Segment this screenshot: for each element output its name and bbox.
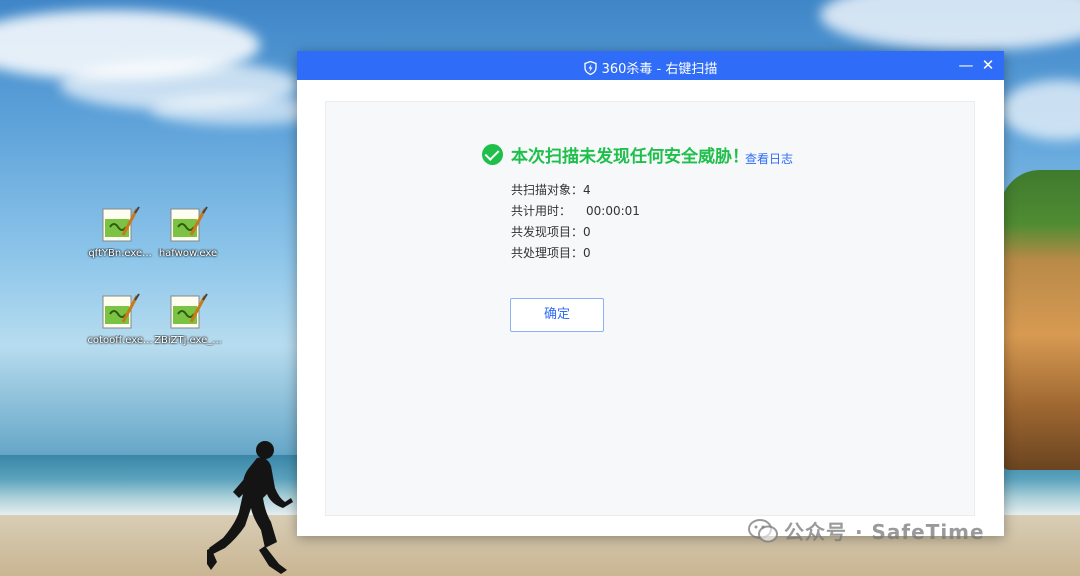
result-panel: 本次扫描未发现任何安全威胁！ 查看日志 共扫描对象： 4 共计用时： 00:00…	[325, 101, 975, 516]
desktop-icon-label: hafwow.exe	[158, 248, 218, 259]
minimize-button[interactable]: —	[956, 55, 976, 75]
view-log-link[interactable]: 查看日志	[745, 150, 793, 167]
window-title-area: 360杀毒 - 右键扫描	[297, 58, 1004, 79]
cliff	[1000, 170, 1080, 470]
notepad-exe-icon	[167, 205, 209, 245]
notepad-exe-icon	[167, 292, 209, 332]
shield-icon	[583, 60, 597, 79]
wechat-icon	[748, 518, 778, 542]
scan-stats: 共扫描对象： 4 共计用时： 00:00:01 共发现项目： 0 共处理项目： …	[511, 180, 640, 264]
runner-silhouette	[207, 441, 293, 574]
stat-row-scanned: 共扫描对象： 4	[511, 180, 640, 201]
close-button[interactable]: ✕	[978, 55, 998, 75]
notepad-exe-icon	[99, 205, 141, 245]
stat-row-duration: 共计用时： 00:00:01	[511, 201, 640, 222]
stat-row-handled: 共处理项目： 0	[511, 243, 640, 264]
confirm-button[interactable]: 确定	[510, 298, 604, 332]
scan-result-window: 360杀毒 - 右键扫描 — ✕ 本次扫描未发现任何安全威胁！ 查看日志 共扫描…	[297, 51, 1004, 536]
stat-row-found: 共发现项目： 0	[511, 222, 640, 243]
desktop-icon-label: ZBiZTj.exe_...	[154, 335, 222, 346]
desktop-icon-qftybn[interactable]: qftYBn.exe...	[85, 205, 155, 259]
stat-value: 0	[583, 225, 591, 239]
desktop-icon-cotooff[interactable]: cotooff.exe...	[85, 292, 155, 346]
desktop-icon-zbiztj[interactable]: ZBiZTj.exe_...	[153, 292, 223, 346]
stat-value: 0	[583, 246, 591, 260]
desktop-icon-label: cotooff.exe...	[87, 335, 153, 346]
stat-label: 共计用时：	[511, 204, 572, 218]
desktop-icon-label: qftYBn.exe...	[88, 248, 152, 259]
desktop-icon-hafwow[interactable]: hafwow.exe	[153, 205, 223, 259]
stat-value: 4	[583, 183, 591, 197]
result-message: 本次扫描未发现任何安全威胁！	[511, 147, 749, 167]
stat-value: 00:00:01	[586, 204, 640, 218]
stat-label: 共处理项目：	[511, 246, 584, 260]
check-circle-icon	[482, 144, 503, 165]
watermark: 公众号 · SafeTime	[748, 516, 985, 545]
watermark-text: 公众号 · SafeTime	[784, 520, 985, 544]
window-title: 360杀毒 - 右键扫描	[601, 62, 718, 77]
result-headline: 本次扫描未发现任何安全威胁！	[482, 142, 749, 167]
stat-label: 共发现项目：	[511, 225, 584, 239]
stat-label: 共扫描对象：	[511, 183, 584, 197]
title-bar[interactable]: 360杀毒 - 右键扫描 — ✕	[297, 51, 1004, 80]
notepad-exe-icon	[99, 292, 141, 332]
